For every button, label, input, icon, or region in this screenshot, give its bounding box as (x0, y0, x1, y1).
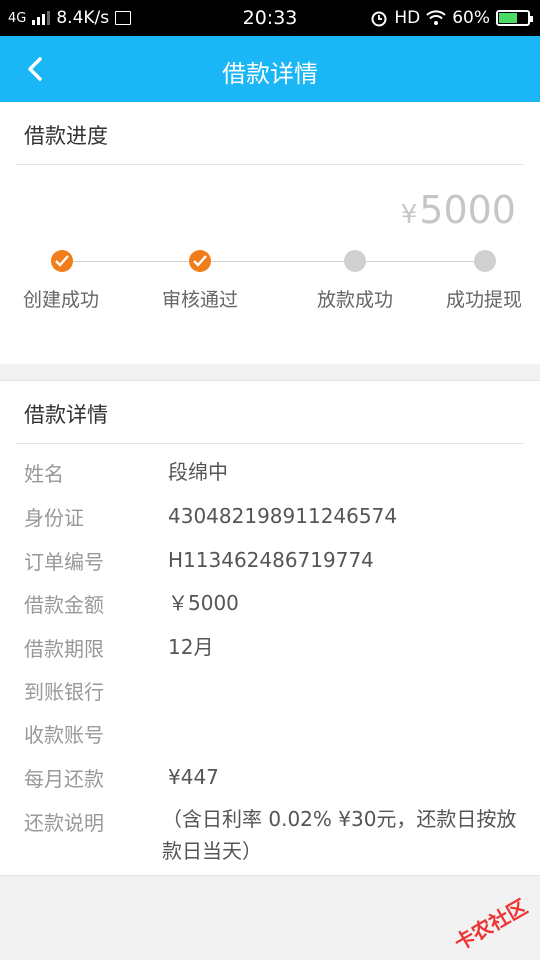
name-value: 段绵中 (168, 460, 228, 484)
progress-track (62, 261, 480, 262)
amount-value: 5000 (419, 188, 516, 232)
account-label: 收款账号 (24, 723, 104, 747)
loan-amount-label: 借款金额 (24, 593, 104, 617)
app-header: 借款详情 (0, 36, 540, 102)
loan-progress-section: 借款进度 ¥5000 创建成功 审核通过 放款成功 成功提现 (0, 102, 540, 364)
page-title: 借款详情 (222, 60, 318, 88)
repayment-note-value: （含日利率 0.02% ¥30元，还款日按放款日当天） (162, 807, 517, 863)
bank-label: 到账银行 (24, 680, 104, 704)
step-4-label: 成功提现 (445, 289, 522, 311)
loan-term-label: 借款期限 (24, 637, 104, 661)
battery-icon (496, 10, 533, 26)
monthly-payment-label: 每月还款 (24, 767, 104, 791)
id-card-label: 身份证 (24, 506, 84, 530)
loan-details-section: 借款详情 姓名 段绵中 身份证 430482198911246574 订单编号 … (0, 380, 540, 876)
wifi-icon (426, 10, 446, 25)
step-2-label: 审核通过 (161, 289, 238, 311)
loan-amount-value: ￥5000 (168, 591, 239, 615)
step-1-label: 创建成功 (22, 289, 99, 311)
loan-term-value: 12月 (168, 635, 214, 659)
details-title: 借款详情 (24, 403, 108, 427)
status-right: HD 60% (370, 8, 533, 28)
status-bar: 4G 8.4K/s 20:33 HD 60% (0, 0, 540, 36)
repayment-note-label: 还款说明 (24, 811, 104, 835)
progress-title: 借款进度 (24, 124, 108, 148)
step-2-check-icon (189, 250, 211, 272)
monthly-payment-value: ¥447 (168, 765, 219, 789)
divider (16, 443, 524, 444)
order-no-value: H113462486719774 (168, 548, 374, 572)
battery-percent: 60% (452, 8, 490, 28)
order-no-label: 订单编号 (24, 550, 104, 574)
watermark-logo: 卡农社区 (450, 894, 532, 956)
step-3-label: 放款成功 (316, 289, 393, 311)
id-card-value: 430482198911246574 (168, 504, 398, 528)
step-1-check-icon (51, 250, 73, 272)
currency-symbol: ¥ (400, 200, 418, 230)
name-label: 姓名 (24, 462, 64, 486)
alarm-icon (371, 11, 387, 27)
loan-amount: ¥5000 (401, 188, 516, 232)
divider (16, 164, 524, 165)
hd-label: HD (394, 8, 421, 28)
step-3-dot (344, 250, 366, 272)
step-4-dot (474, 250, 496, 272)
